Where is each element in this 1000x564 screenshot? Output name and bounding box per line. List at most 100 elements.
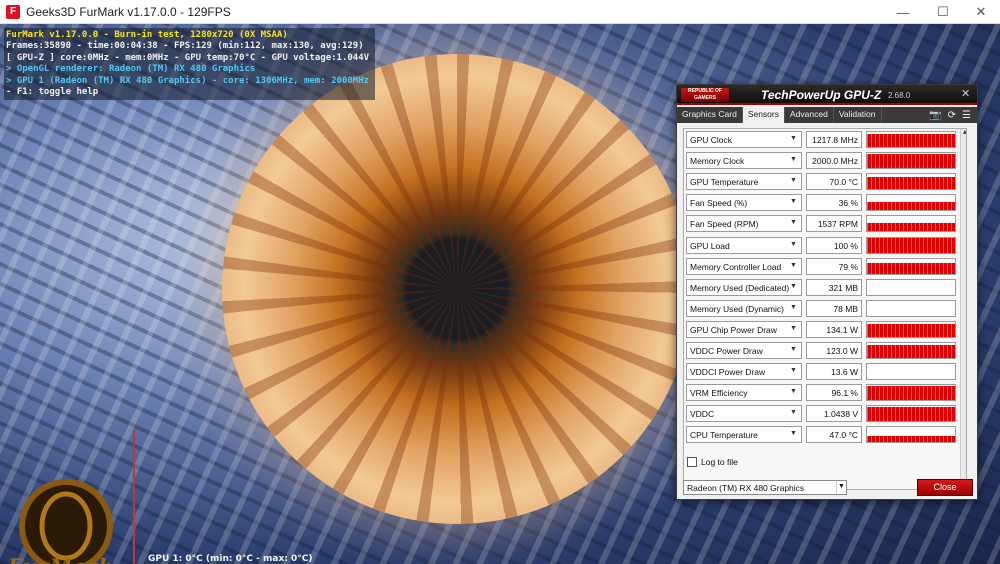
- tab-advanced[interactable]: Advanced: [785, 107, 834, 123]
- sensor-row: Memory Used (Dedicated) ▼ 321 MB: [686, 278, 956, 296]
- minimize-icon: —: [896, 4, 910, 20]
- sensor-name-dropdown[interactable]: Memory Clock ▼: [686, 152, 802, 170]
- sensor-graph-noise: [867, 237, 955, 253]
- chevron-down-icon: ▼: [790, 346, 797, 353]
- sensor-graph: [866, 278, 956, 296]
- sensor-graph-noise: [867, 216, 955, 232]
- sensor-name-dropdown[interactable]: VDDC Power Draw ▼: [686, 342, 802, 359]
- sensor-name: GPU Chip Power Draw: [690, 324, 777, 335]
- tab-toolbar: 📷 ⟳ ☰: [929, 107, 977, 123]
- tab-validation[interactable]: Validation: [834, 107, 882, 123]
- sensor-name-dropdown[interactable]: VRM Efficiency ▼: [686, 384, 802, 402]
- sensor-value: 1537 RPM: [806, 215, 862, 233]
- chevron-down-icon: ▼: [790, 324, 797, 332]
- furmark-logo-text: FurMark: [8, 554, 113, 564]
- scroll-up-icon[interactable]: ▲: [961, 129, 966, 139]
- sensor-list: GPU Clock ▼ 1217.8 MHz Memory Clock ▼ 2000.0 …: [683, 128, 967, 490]
- chevron-down-icon: ▼: [790, 198, 797, 206]
- sensor-name: VRM Efficiency: [690, 388, 748, 399]
- sensor-row: CPU Temperature ▼ 47.0 °C: [686, 426, 956, 444]
- sensor-name-dropdown[interactable]: VDDCI Power Draw ▼: [686, 363, 802, 381]
- gpu-select-value: Radeon (TM) RX 480 Graphics: [687, 483, 805, 493]
- sensor-name: GPU Load: [690, 240, 730, 251]
- sensor-graph: [866, 405, 956, 423]
- sensor-row: Memory Controller Load ▼ 79 %: [686, 257, 956, 275]
- sensor-row: Fan Speed (RPM) ▼ 1537 RPM: [686, 215, 956, 233]
- sensor-name-dropdown[interactable]: Memory Used (Dedicated) ▼: [686, 278, 802, 296]
- gpuz-close-button[interactable]: Close: [917, 479, 973, 496]
- chevron-down-icon: ▼: [790, 219, 797, 227]
- window-titlebar: F Geeks3D FurMark v1.17.0.0 - 129FPS — ☐…: [0, 0, 1000, 24]
- sensor-name-dropdown[interactable]: GPU Clock ▼: [686, 131, 802, 148]
- camera-icon[interactable]: 📷: [929, 110, 941, 121]
- hud-line-frames: Frames:35890 - time:00:04:38 - FPS:129 (…: [6, 41, 364, 52]
- gpuz-window[interactable]: REPUBLIC OF GAMERS TechPowerUp GPU-Z 2.6…: [676, 84, 978, 500]
- sensor-name: GPU Temperature: [690, 177, 759, 188]
- sensor-graph: [866, 426, 956, 444]
- sensor-scrollbar[interactable]: ▲ ▼: [960, 129, 966, 489]
- sensor-name-dropdown[interactable]: Fan Speed (RPM) ▼: [686, 215, 802, 233]
- chevron-down-icon: ▼: [790, 135, 797, 142]
- sensor-graph: [866, 152, 956, 170]
- graph-axis: [133, 429, 135, 564]
- sensor-value: 1217.8 MHz: [806, 131, 862, 148]
- sensor-row: Fan Speed (%) ▼ 36 %: [686, 194, 956, 212]
- sensor-name-dropdown[interactable]: GPU Temperature ▼: [686, 173, 802, 191]
- gpuz-titlebar: REPUBLIC OF GAMERS TechPowerUp GPU-Z 2.6…: [677, 85, 977, 105]
- log-checkbox[interactable]: [687, 457, 697, 467]
- hud-line-help: - F1: toggle help: [6, 87, 99, 98]
- sensor-name-dropdown[interactable]: GPU Chip Power Draw ▼: [686, 320, 802, 338]
- sensor-graph-noise: [867, 174, 955, 190]
- hud-line-renderer: > OpenGL renderer: Radeon (TM) RX 480 Gr…: [6, 64, 256, 75]
- sensor-graph-noise: [867, 195, 955, 211]
- sensor-name-dropdown[interactable]: CPU Temperature ▼: [686, 426, 802, 444]
- sensor-value: 100 %: [806, 236, 862, 254]
- sensor-graph: [866, 257, 956, 275]
- chevron-down-icon: ▼: [790, 367, 797, 375]
- log-label: Log to file: [701, 457, 738, 467]
- sensor-name: GPU Clock: [690, 135, 733, 145]
- sensor-graph: [866, 215, 956, 233]
- sensor-name-dropdown[interactable]: Fan Speed (%) ▼: [686, 194, 802, 212]
- close-button[interactable]: ✕: [958, 0, 1000, 24]
- sensor-graph-noise: [867, 258, 955, 274]
- sensor-value: 1.0438 V: [806, 405, 862, 423]
- sensor-value: 321 MB: [806, 278, 862, 296]
- sensor-name: VDDC: [690, 409, 715, 420]
- gpu-temp-readout: GPU 1: 0°C (min: 0°C - max: 0°C): [148, 554, 313, 564]
- sensor-name: Memory Used (Dynamic): [690, 303, 784, 314]
- gpuz-close-icon[interactable]: ✕: [961, 87, 973, 101]
- sensor-value: 134.1 W: [806, 320, 862, 338]
- tab-graphics-card[interactable]: Graphics Card: [677, 107, 743, 123]
- gpu-select[interactable]: Radeon (TM) RX 480 Graphics ▼: [683, 480, 847, 495]
- sensor-graph-noise: [867, 132, 955, 147]
- tab-sensors[interactable]: Sensors: [742, 107, 785, 123]
- gpuz-title: TechPowerUp GPU-Z: [761, 88, 882, 102]
- hud-overlay: FurMark v1.17.0.0 - Burn-in test, 1280x7…: [4, 28, 376, 101]
- menu-icon[interactable]: ☰: [962, 110, 971, 121]
- refresh-icon[interactable]: ⟳: [948, 110, 956, 121]
- sensor-name: VDDCI Power Draw: [690, 367, 766, 378]
- hud-line-gpuz: [ GPU-Z ] core:0MHz - mem:0MHz - GPU tem…: [6, 52, 370, 63]
- maximize-icon: ☐: [937, 4, 949, 19]
- hud-line-gpu: > GPU 1 (Radeon (TM) RX 480 Graphics) - …: [6, 75, 370, 86]
- sensor-name-dropdown[interactable]: Memory Used (Dynamic) ▼: [686, 299, 802, 317]
- gpuz-version: 2.68.0: [888, 91, 911, 100]
- app-icon-letter: F: [9, 6, 17, 17]
- chevron-down-icon: ▼: [790, 261, 797, 269]
- sensor-graph-noise: [867, 406, 955, 422]
- log-to-file[interactable]: Log to file: [687, 457, 738, 467]
- sensor-row: VDDC ▼ 1.0438 V: [686, 405, 956, 423]
- sensor-name-dropdown[interactable]: Memory Controller Load ▼: [686, 257, 802, 275]
- sensor-name: Memory Clock: [690, 156, 745, 167]
- sensor-row: VDDC Power Draw ▼ 123.0 W: [686, 342, 956, 359]
- sensor-name-dropdown[interactable]: VDDC ▼: [686, 405, 802, 423]
- sensor-name-dropdown[interactable]: GPU Load ▼: [686, 236, 802, 254]
- gpuz-tabbar: Graphics Card Sensors Advanced Validatio…: [677, 107, 977, 123]
- sensor-graph-noise: [867, 385, 955, 401]
- sensor-value: 79 %: [806, 257, 862, 275]
- sensor-graph: [866, 131, 956, 148]
- furmark-app-icon[interactable]: F: [6, 4, 20, 19]
- sensor-row: GPU Load ▼ 100 %: [686, 236, 956, 254]
- sensor-value: 96.1 %: [806, 384, 862, 402]
